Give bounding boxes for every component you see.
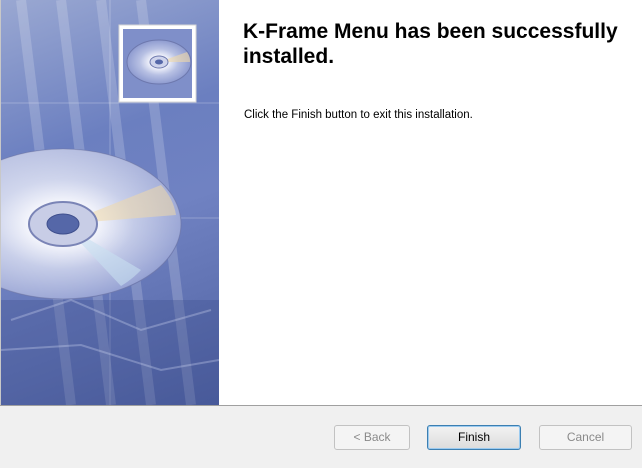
cancel-button[interactable]: Cancel <box>539 425 632 450</box>
cd-disc-thumbnail-icon <box>118 24 197 103</box>
banner-artwork <box>1 0 219 405</box>
back-button[interactable]: < Back <box>334 425 410 450</box>
wizard-content-panel: K-Frame Menu has been successfully insta… <box>219 0 642 405</box>
dialog-title: K-Frame Menu has been successfully insta… <box>243 20 618 68</box>
installer-dialog: K-Frame Menu has been successfully insta… <box>0 0 642 468</box>
button-bar: < Back Finish Cancel <box>0 405 642 468</box>
finish-button[interactable]: Finish <box>427 425 521 450</box>
dialog-message: Click the Finish button to exit this ins… <box>244 109 473 121</box>
cd-disc-icon <box>1 148 182 300</box>
wizard-side-banner <box>0 0 219 405</box>
